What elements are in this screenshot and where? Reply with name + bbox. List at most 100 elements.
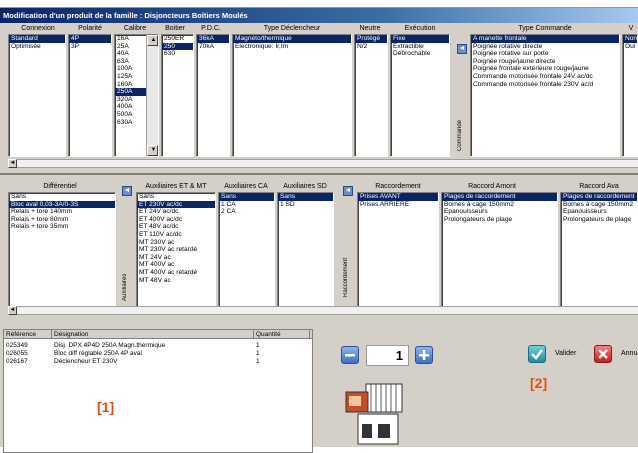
list-item[interactable]: MT 24V ac — [137, 254, 215, 262]
list-item[interactable]: Extractible — [391, 43, 449, 51]
pdc-list[interactable]: 36kA 70kA — [196, 34, 230, 157]
list-item[interactable]: Magnéto/thermique — [233, 35, 351, 43]
aux-et-mt-list[interactable]: Sans ET 230V ac/dc ET 24V ac/dc ET 400V … — [136, 192, 216, 310]
list-item[interactable]: Bloc aval 0,03-3A/0-3S — [9, 200, 115, 209]
list-item[interactable]: 1 SD — [278, 201, 333, 209]
collapse-auxiliaires-button[interactable]: ◄ — [122, 186, 132, 196]
scroll-down-arrow-icon[interactable]: ▼ — [147, 145, 158, 156]
annuler-button[interactable]: Annu — [594, 343, 638, 365]
list-item[interactable]: 2 CA — [219, 208, 274, 216]
list-item[interactable]: Plages de raccordement — [561, 193, 637, 201]
check-icon — [528, 345, 546, 363]
list-item[interactable]: ET 230V ac/dc — [137, 200, 215, 209]
list-item[interactable]: MT 400V ac retardé — [137, 269, 215, 277]
list-item[interactable]: MT 230V ac — [137, 239, 215, 247]
list-item[interactable]: 630 — [162, 50, 193, 58]
connexion-list[interactable]: Standard Optimisée — [8, 34, 66, 157]
section-accessories: Différentiel Auxiliaires ET & MT Auxilia… — [0, 175, 638, 315]
list-item[interactable]: Optimisée — [9, 43, 65, 51]
list-item[interactable]: Protégé — [355, 35, 387, 43]
list-item[interactable]: ET 48V ac/dc — [137, 223, 215, 231]
scroll-left-arrow-icon[interactable]: ◄ — [8, 159, 17, 168]
list-item[interactable]: Bornes à cage 150mm2 — [561, 201, 637, 209]
raccord-aval-list[interactable]: Plages de raccordement Bornes à cage 150… — [560, 192, 638, 310]
list-item[interactable]: Fixe — [391, 35, 449, 43]
list-item[interactable]: 36kA — [197, 35, 229, 43]
decrement-button[interactable] — [341, 346, 359, 364]
list-item[interactable]: MT 48V ac — [137, 277, 215, 285]
list-item[interactable]: Poignée rouge/jaune directe — [471, 58, 619, 66]
table-header: Référence Désignation Quantité — [4, 330, 312, 339]
list-item[interactable]: Sans — [9, 193, 115, 201]
execution-list[interactable]: Fixe Extractible Débrochable — [390, 34, 450, 157]
list-item[interactable]: 70kA — [197, 43, 229, 51]
list-item[interactable]: Relais + tore 35mm — [9, 223, 115, 231]
valider-button[interactable]: Valider — [528, 343, 590, 365]
differentiel-list[interactable]: Sans Bloc aval 0,03-3A/0-3S Relais + tor… — [8, 192, 116, 310]
collapse-commande-button[interactable]: ◄ — [457, 44, 467, 54]
declencheur-list[interactable]: Magnéto/thermique Electronique: Ir,Im — [232, 34, 352, 157]
list-item[interactable]: Non — [623, 35, 637, 43]
list-item[interactable]: Bornes à cage 150mm2 — [442, 201, 557, 209]
list-item[interactable]: Débrochable — [391, 50, 449, 58]
list-item[interactable]: 250ER — [162, 35, 193, 43]
list-item[interactable]: ET 110V ac/dc — [137, 231, 215, 239]
quantity-field[interactable]: 1 — [366, 345, 409, 366]
list-item[interactable]: Sans — [278, 193, 333, 201]
list-item[interactable]: ET 24V ac/dc — [137, 208, 215, 216]
section1-horizontal-scrollbar[interactable]: ◄ — [8, 159, 638, 168]
list-item[interactable]: Sans — [219, 193, 274, 201]
table-row[interactable]: 026167 Déclencheur ET 230V 1 — [4, 358, 312, 366]
list-item[interactable]: Electronique: Ir,Im — [233, 43, 351, 51]
table-row[interactable]: 025349 Disj. DPX 4P4D 250A Magn.thermiqu… — [4, 342, 312, 350]
list-item[interactable]: Oui — [623, 43, 637, 51]
list-item[interactable]: 1 CA — [219, 201, 274, 209]
scroll-left-arrow-icon[interactable]: ◄ — [8, 306, 17, 315]
list-item[interactable]: Prises ARRIERE — [358, 201, 438, 209]
list-item[interactable]: Prolongateurs de plage — [442, 216, 557, 224]
aux-sd-list[interactable]: Sans 1 SD — [277, 192, 334, 310]
list-item[interactable]: 4P — [69, 35, 111, 43]
list-item[interactable]: Sans — [137, 193, 215, 201]
list-item[interactable]: Standard — [9, 35, 65, 43]
list-item[interactable]: Prolongateurs de plage — [561, 216, 637, 224]
list-item[interactable]: Plages de raccordement — [442, 193, 557, 201]
scroll-up-arrow-icon[interactable]: ▲ — [147, 35, 158, 46]
commande-list[interactable]: A manette frontale Poignée rotative dire… — [470, 34, 620, 157]
aux-ca-list[interactable]: Sans 1 CA 2 CA — [218, 192, 275, 310]
list-item[interactable]: Prises AVANT — [358, 193, 438, 201]
col-header-execution: Exécution — [404, 25, 436, 32]
plus-icon — [419, 350, 429, 360]
list-item[interactable]: MT 230V ac retardé — [137, 246, 215, 254]
list-item[interactable]: MT 400V ac — [137, 261, 215, 269]
collapse-raccordement-button[interactable]: ◄ — [343, 186, 353, 196]
raccord-amont-list[interactable]: Plages de raccordement Bornes à cage 150… — [441, 192, 558, 310]
list-item[interactable]: 3P — [69, 43, 111, 51]
table-row[interactable]: 026055 Bloc diff réglable 250A 4P aval 1 — [4, 350, 312, 358]
list-item[interactable]: Commande motorisée frontale 24V ac/dc — [471, 73, 619, 81]
raccordement-list[interactable]: Prises AVANT Prises ARRIERE — [357, 192, 439, 310]
annotation-marker-2: [2] — [530, 375, 548, 391]
polarite-list[interactable]: 4P 3P — [68, 34, 112, 157]
neutre-list[interactable]: Protégé N/2 — [354, 34, 388, 157]
list-item[interactable]: Relais + tore 80mm — [9, 216, 115, 224]
list-item[interactable]: Poignée rotative sur porte — [471, 50, 619, 58]
list-item[interactable]: 250 — [162, 42, 193, 51]
v-list[interactable]: Non Oui — [622, 34, 638, 157]
list-item[interactable]: A manette frontale — [471, 35, 619, 43]
increment-button[interactable] — [415, 346, 433, 364]
list-item[interactable]: Epanouisseurs — [561, 208, 637, 216]
calibre-list[interactable]: 16A 25A 40A 63A 100A 125A 160A 250A 320A… — [114, 34, 159, 157]
list-item[interactable]: Poignée frontale extérieure rouge/jaune — [471, 65, 619, 73]
list-item[interactable]: Poignée rotative directe — [471, 43, 619, 51]
annotation-marker-1: [1] — [97, 399, 115, 415]
section2-horizontal-scrollbar[interactable]: ◄ — [8, 306, 638, 315]
calibre-scrollbar[interactable]: ▲ ▼ — [146, 35, 158, 156]
list-item[interactable]: Commande motorisée frontale 230V ac/d — [471, 81, 619, 89]
list-item[interactable]: Relais + tore 140mm — [9, 208, 115, 216]
list-item[interactable]: N/2 — [355, 43, 387, 51]
boitier-list[interactable]: 250ER 250 630 — [161, 34, 194, 157]
col-header-reference: Référence — [4, 330, 52, 339]
list-item[interactable]: ET 400V ac/dc — [137, 216, 215, 224]
list-item[interactable]: Epanouisseurs — [442, 208, 557, 216]
